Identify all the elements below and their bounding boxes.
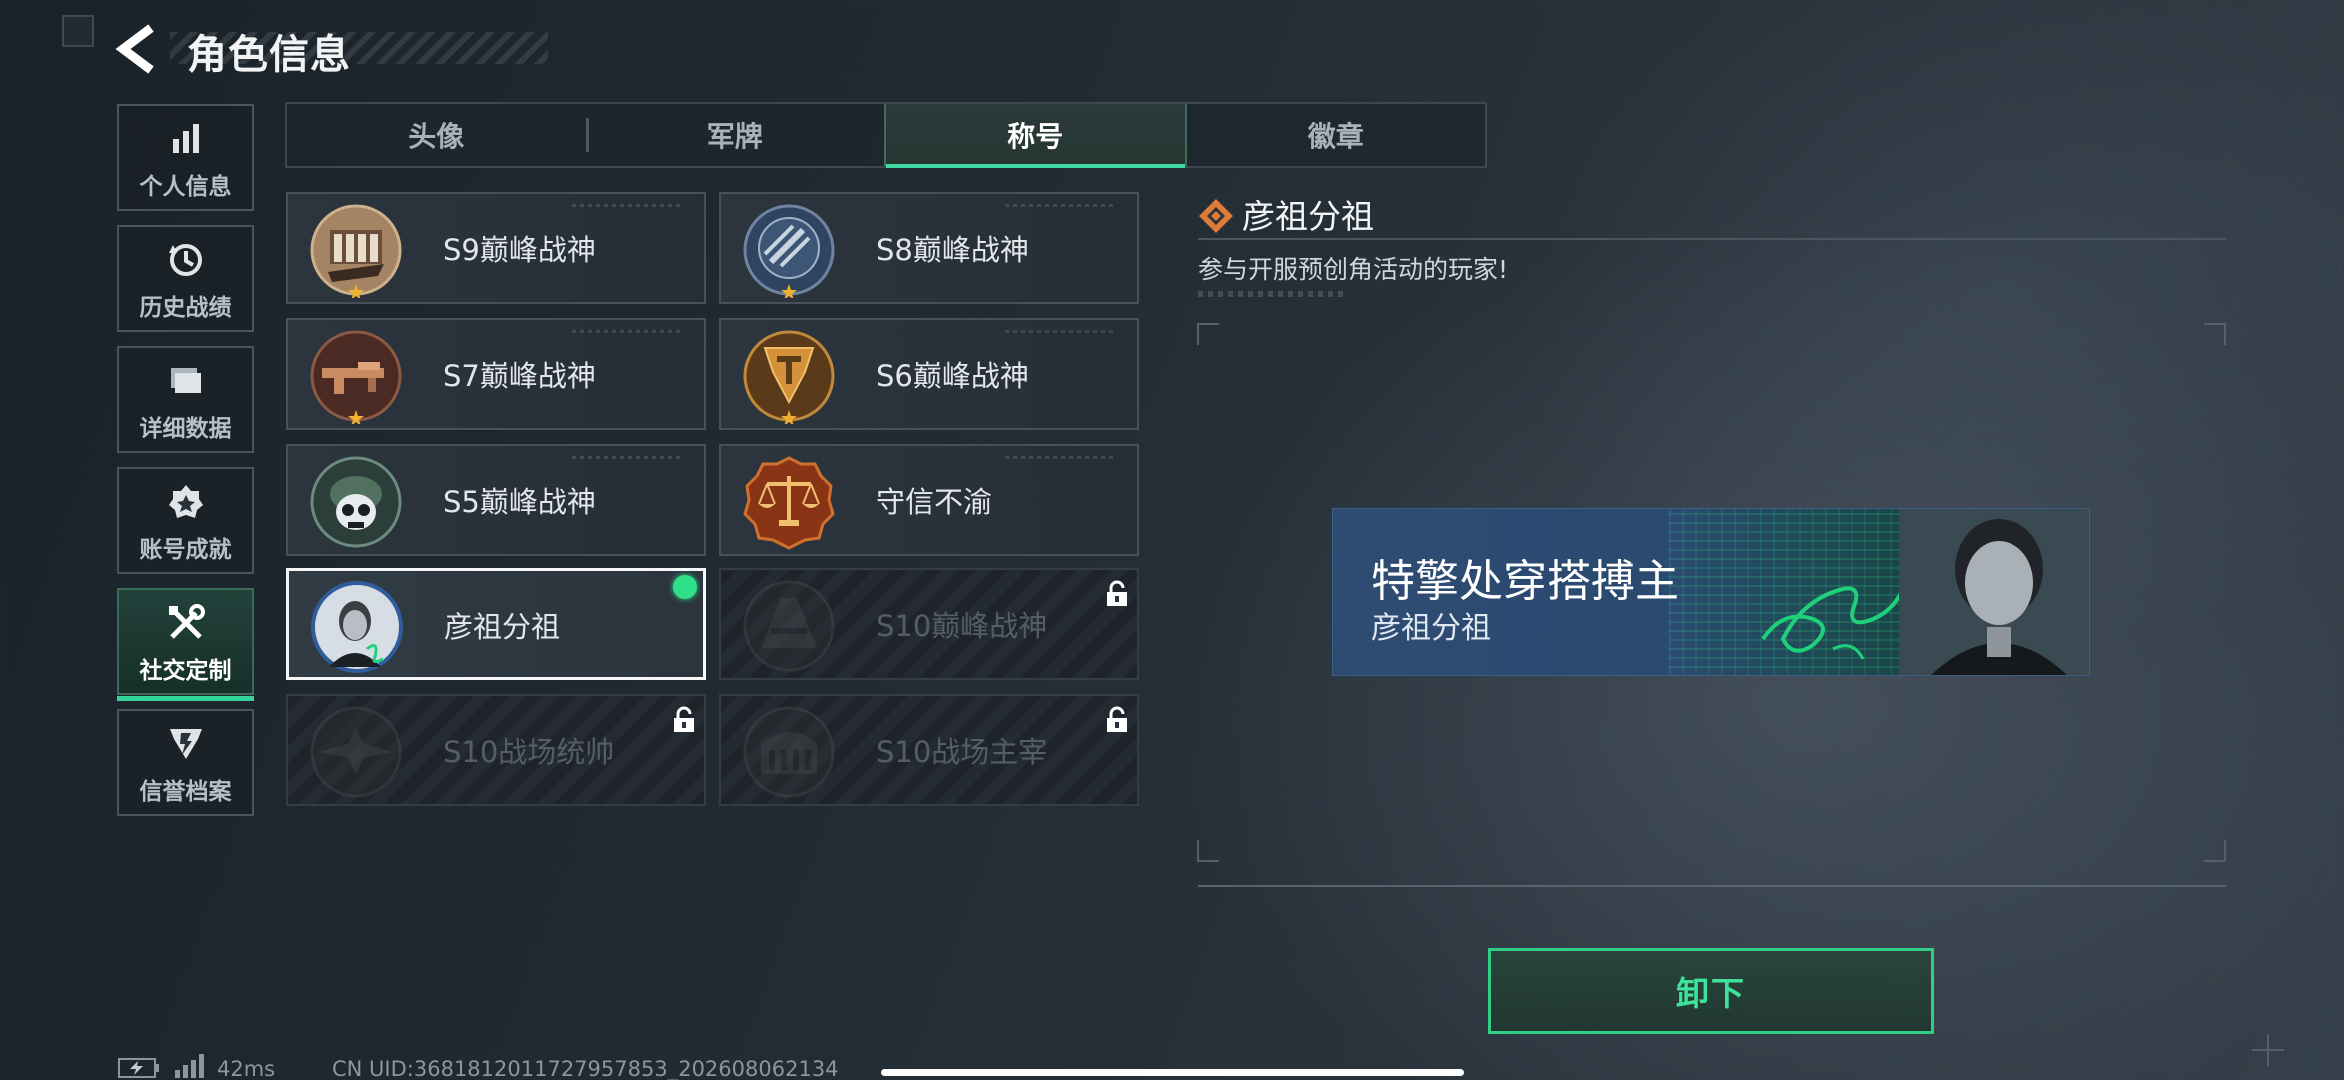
home-indicator[interactable]: [881, 1069, 1464, 1076]
battery-charging-icon: [118, 1058, 159, 1078]
scales-medal-icon: [743, 456, 835, 550]
title-card-locked[interactable]: S10战场统帅: [286, 694, 706, 806]
title-label: 守信不渝: [876, 485, 993, 519]
history-clock-icon: [166, 240, 206, 280]
card-decoration: [1005, 456, 1115, 459]
corner-marker: [62, 15, 94, 47]
sidebar-item-details[interactable]: 详细数据: [117, 346, 254, 453]
title-label: S10战场主宰: [876, 735, 1048, 769]
tab-badges[interactable]: 徽章: [1187, 104, 1486, 166]
folder-icon: [166, 361, 206, 401]
title-card[interactable]: S8巅峰战神: [719, 192, 1139, 304]
preview-frame-corner: [1197, 840, 1219, 862]
tab-label: 称号: [1007, 120, 1064, 153]
back-button[interactable]: [115, 24, 159, 74]
title-label: S9巅峰战神: [443, 233, 596, 267]
title-card-locked[interactable]: S10巅峰战神: [719, 568, 1139, 680]
lock-icon: [674, 706, 694, 732]
detail-title: 彦祖分祖: [1242, 197, 1374, 236]
title-card[interactable]: S6巅峰战神: [719, 318, 1139, 430]
signal-strength-icon: [175, 1054, 204, 1078]
title-card[interactable]: S7巅峰战神: [286, 318, 706, 430]
ping-readout: 42ms: [217, 1057, 276, 1080]
title-label: S7巅峰战神: [443, 359, 596, 393]
title-diamond-icon: [1199, 199, 1233, 233]
tab-avatar[interactable]: 头像: [287, 104, 586, 166]
achievement-medal-icon: [166, 482, 206, 522]
divider: [1198, 885, 2226, 887]
s5-medal-icon: [310, 456, 402, 548]
s7-medal-icon: [310, 330, 402, 424]
s10-ruler-medal-icon: [743, 706, 835, 798]
tab-label: 徽章: [1307, 120, 1364, 153]
title-label: S6巅峰战神: [876, 359, 1029, 393]
credit-shield-icon: [166, 724, 206, 764]
portrait-graphic: [1899, 509, 2089, 675]
back-arrow-icon: [115, 24, 154, 74]
s10-commander-medal-icon: [310, 706, 402, 798]
lock-icon: [1107, 706, 1127, 732]
page-title: 角色信息: [187, 32, 351, 78]
preview-frame-corner: [2204, 840, 2226, 862]
s9-medal-icon: [310, 204, 402, 298]
sidebar-item-label: 历史战绩: [139, 295, 232, 321]
bar-chart-icon: [166, 119, 206, 159]
portrait-medal-icon: [311, 581, 403, 673]
user-uid: CN UID:3681812011727957853_202608062134: [332, 1057, 839, 1080]
sidebar-item-label: 信誉档案: [139, 779, 232, 805]
title-label: 彦祖分祖: [444, 610, 561, 644]
unequip-button-label: 卸下: [1676, 974, 1746, 1013]
sidebar-item-label: 个人信息: [139, 174, 232, 200]
tab-dogtag[interactable]: 军牌: [585, 104, 885, 166]
title-card[interactable]: S9巅峰战神: [286, 192, 706, 304]
title-card[interactable]: S5巅峰战神: [286, 444, 706, 556]
detail-description: 参与开服预创角活动的玩家!: [1198, 255, 1509, 284]
tab-titles[interactable]: 称号: [884, 104, 1187, 168]
tab-bar: 头像 军牌 称号 徽章: [285, 102, 1487, 168]
title-card-selected[interactable]: 彦祖分祖: [286, 568, 706, 680]
sidebar-item-label: 社交定制: [139, 658, 232, 684]
sidebar-item-label: 详细数据: [139, 416, 232, 442]
banner-subtitle: 彦祖分祖: [1371, 611, 1491, 646]
tools-icon: [166, 603, 206, 643]
signature-graphic: [1761, 586, 1905, 660]
tab-label: 头像: [408, 120, 465, 153]
banner-title: 特擎处穿搭搏主: [1371, 556, 1679, 607]
title-label: S5巅峰战神: [443, 485, 596, 519]
s6-medal-icon: [743, 330, 835, 424]
sidebar-item-social[interactable]: 社交定制: [117, 588, 254, 701]
divider: [1198, 238, 2226, 240]
sidebar-item-history[interactable]: 历史战绩: [117, 225, 254, 332]
nameplate-banner: 特擎处穿搭搏主 彦祖分祖: [1332, 508, 2090, 676]
s10-medal-icon: [743, 580, 835, 672]
sidebar-item-achievements[interactable]: 账号成就: [117, 467, 254, 574]
detail-decoration: [1198, 291, 1348, 297]
preview-frame-corner: [2204, 323, 2226, 345]
title-label: S10战场统帅: [443, 735, 615, 769]
sidebar-item-label: 账号成就: [139, 537, 232, 563]
equipped-indicator: [673, 575, 697, 599]
title-card[interactable]: 守信不渝: [719, 444, 1139, 556]
preview-frame-corner: [1197, 323, 1219, 345]
title-card-locked[interactable]: S10战场主宰: [719, 694, 1139, 806]
sidebar-item-credit[interactable]: 信誉档案: [117, 709, 254, 816]
lock-icon: [1107, 580, 1127, 606]
s8-medal-icon: [743, 204, 835, 298]
tab-label: 军牌: [706, 120, 763, 153]
sidebar-item-profile[interactable]: 个人信息: [117, 104, 254, 211]
title-label: S8巅峰战神: [876, 233, 1029, 267]
crosshair-icon: [2252, 1034, 2284, 1066]
title-label: S10巅峰战神: [876, 609, 1048, 643]
unequip-button[interactable]: 卸下: [1488, 948, 1934, 1034]
